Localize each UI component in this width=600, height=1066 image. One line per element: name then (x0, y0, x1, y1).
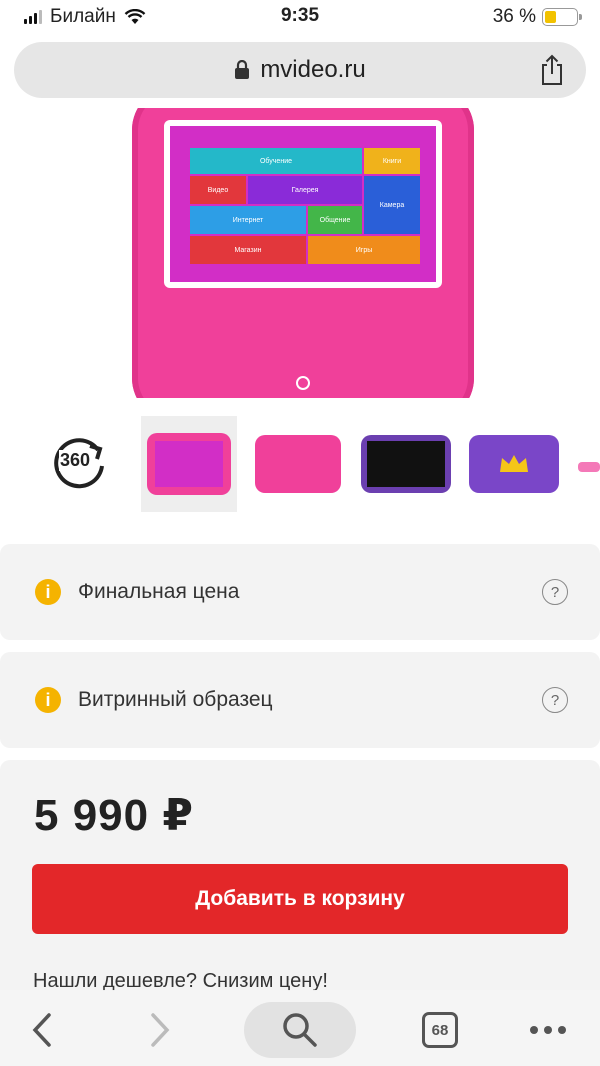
screen-tile-8: Магазин (190, 236, 306, 264)
screen-tile-7: Общение (308, 206, 362, 234)
add-to-cart-button[interactable]: Добавить в корзину (32, 864, 568, 934)
back-button[interactable] (20, 1002, 64, 1058)
address-bar[interactable]: mvideo.ru (14, 42, 586, 98)
price-value: 5 990 ₽ (34, 791, 194, 840)
screen-tile-3: Видео (190, 176, 246, 204)
share-icon[interactable] (538, 54, 566, 86)
thumbnail-1[interactable] (141, 416, 237, 512)
browser-toolbar: 68 (0, 990, 600, 1066)
tabs-button[interactable]: 68 (418, 1002, 462, 1058)
tabs-count: 68 (422, 1012, 458, 1048)
app: Билайн 9:35 36 % mvideo.ru Обучение Книг… (0, 0, 600, 1066)
screen-tile-6: Интернет (190, 206, 306, 234)
tablet-illustration: Обучение Книги Видео Галерея Камера Интернет О… (132, 108, 474, 398)
thumbnail-3[interactable] (358, 416, 454, 512)
help-icon[interactable]: ? (542, 687, 568, 713)
lock-icon (235, 60, 250, 79)
rotate-360-button[interactable]: 360 (50, 432, 108, 490)
screen-tile-4: Галерея (248, 176, 362, 204)
status-bar: Билайн 9:35 36 % (0, 0, 600, 34)
thumbnail-4[interactable] (466, 416, 562, 512)
status-right: 36 % (492, 6, 582, 28)
battery-percent: 36 % (492, 6, 536, 27)
screen-tile-5: Камера (364, 176, 420, 234)
search-button[interactable] (244, 1002, 356, 1058)
search-icon (283, 1013, 317, 1047)
screen-tile-9: Игры (308, 236, 420, 264)
thumbnail-strip: 360 (0, 410, 600, 514)
product-image[interactable]: Обучение Книги Видео Галерея Камера Интернет О… (0, 108, 600, 398)
more-button[interactable] (524, 1002, 572, 1058)
info-label: Витринный образец (78, 688, 273, 711)
more-icon (530, 1026, 566, 1034)
tablet-screen: Обучение Книги Видео Галерея Камера Интернет О… (170, 126, 436, 282)
screen-tile-2: Книги (364, 148, 420, 174)
thumbnail-5-partial[interactable] (578, 462, 600, 472)
info-label: Финальная цена (78, 580, 240, 603)
battery-icon (542, 8, 582, 26)
thumbnail-2[interactable] (250, 416, 346, 512)
url-text: mvideo.ru (260, 56, 366, 83)
info-showcase-sample[interactable]: i Витринный образец ? (0, 652, 600, 748)
info-icon: i (35, 687, 61, 713)
help-icon[interactable]: ? (542, 579, 568, 605)
chevron-left-icon (32, 1013, 51, 1047)
crown-icon (500, 455, 528, 472)
screen-tile-1: Обучение (190, 148, 362, 174)
rotate-360-label: 360 (59, 450, 92, 471)
info-final-price[interactable]: i Финальная цена ? (0, 544, 600, 640)
home-button-illustration (296, 376, 310, 390)
chevron-right-icon (151, 1013, 170, 1047)
forward-button[interactable] (138, 1002, 182, 1058)
info-icon: i (35, 579, 61, 605)
